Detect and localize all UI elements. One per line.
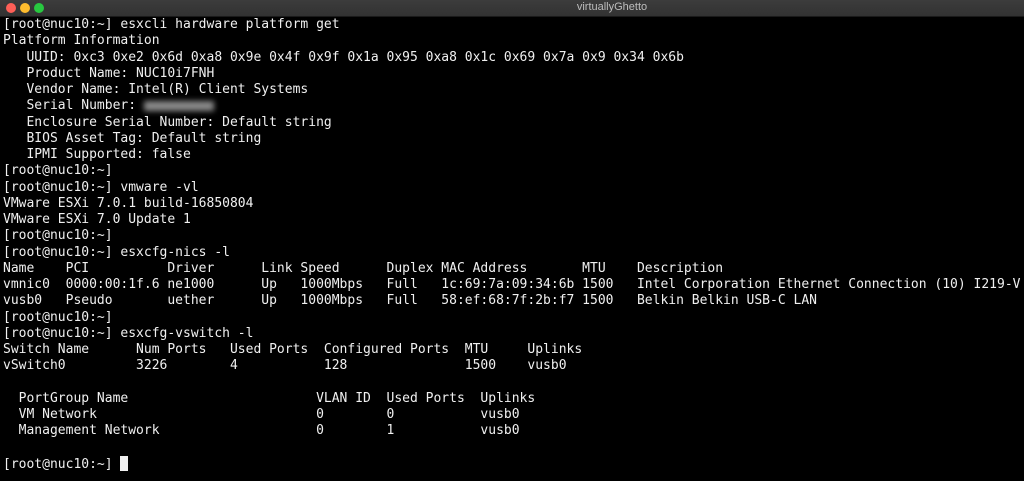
terminal-line: [root@nuc10:~] xyxy=(3,228,113,244)
terminal-output[interactable]: [root@nuc10:~] esxcli hardware platform … xyxy=(3,17,1020,472)
terminal-line: vmnic0 0000:00:1f.6 ne1000 Up 1000Mbps F… xyxy=(3,277,1021,292)
terminal-line: Enclosure Serial Number: Default string xyxy=(3,114,332,130)
terminal-line: Switch Name Num Ports Used Ports Configu… xyxy=(3,342,583,357)
shell-prompt: [root@nuc10:~] xyxy=(3,456,121,472)
terminal-line: vusb0 Pseudo uether Up 1000Mbps Full 58:… xyxy=(3,293,817,309)
terminal-prompt-line[interactable]: [root@nuc10:~] xyxy=(3,455,1020,472)
terminal-line: [root@nuc10:~] esxcfg-nics -l xyxy=(3,244,230,260)
terminal-line: VM Network 0 0 vusb0 xyxy=(3,407,520,422)
terminal-line: Name PCI Driver Link Speed Duplex MAC Ad… xyxy=(3,260,724,276)
terminal-line: Management Network 0 1 vusb0 xyxy=(3,423,520,439)
redacted-serial-number xyxy=(143,100,214,111)
terminal-line: VMware ESXi 7.0.1 build-16850804 xyxy=(3,195,254,211)
terminal-line: Product Name: NUC10i7FNH xyxy=(3,65,215,81)
window-titlebar: virtuallyGhetto xyxy=(0,0,1024,17)
terminal-line: [root@nuc10:~] esxcfg-vswitch -l xyxy=(3,325,254,341)
terminal-line: Vendor Name: Intel(R) Client Systems xyxy=(3,82,309,97)
terminal-line: Serial Number: xyxy=(3,98,1020,114)
serial-number-label: Serial Number: xyxy=(3,98,144,114)
terminal-line: [root@nuc10:~] esxcli hardware platform … xyxy=(3,17,340,32)
text-cursor xyxy=(120,455,129,471)
terminal-line: [root@nuc10:~] vmware -vl xyxy=(3,179,199,195)
terminal-line: UUID: 0xc3 0xe2 0x6d 0xa8 0x9e 0x4f 0x9f… xyxy=(3,49,684,65)
terminal-line: PortGroup Name VLAN ID Used Ports Uplink… xyxy=(3,390,536,406)
terminal-line: IPMI Supported: false xyxy=(3,147,191,162)
terminal-line: vSwitch0 3226 4 128 1500 vusb0 xyxy=(3,358,567,374)
terminal-line: VMware ESXi 7.0 Update 1 xyxy=(3,212,191,227)
terminal-line: [root@nuc10:~] xyxy=(3,309,113,325)
terminal-line: [root@nuc10:~] xyxy=(3,163,113,179)
window-title: virtuallyGhetto xyxy=(576,1,648,13)
terminal-line: BIOS Asset Tag: Default string xyxy=(3,130,262,146)
terminal-line: Platform Information xyxy=(3,33,160,49)
